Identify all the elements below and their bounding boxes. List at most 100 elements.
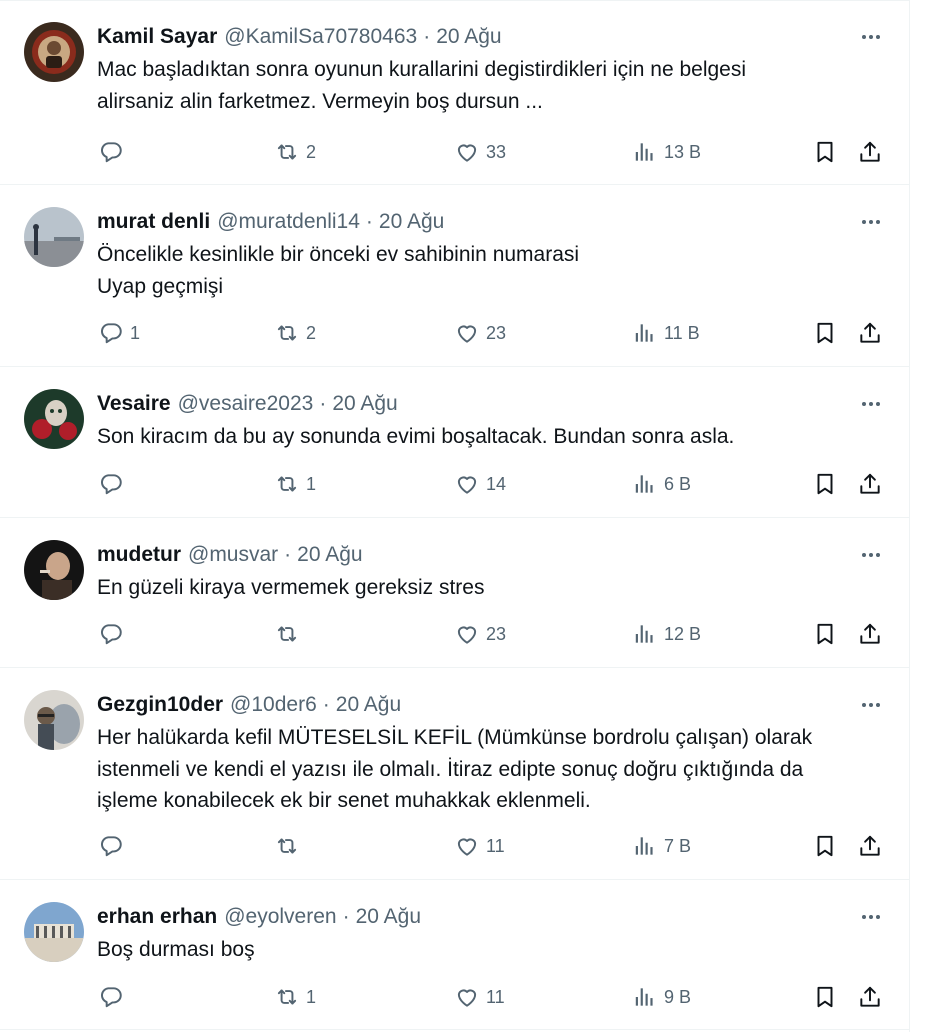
tweet-actions: 2 33 13 B <box>0 137 910 167</box>
share-icon <box>857 833 883 859</box>
like-button[interactable]: 14 <box>454 469 506 499</box>
tweet-text-line: Her halükarda kefil MÜTESELSİL KEFİL (Mü… <box>97 726 813 749</box>
views-button[interactable]: 11 B <box>632 318 700 348</box>
share-icon <box>857 139 883 165</box>
views-icon <box>632 833 658 859</box>
like-button[interactable]: 23 <box>454 619 506 649</box>
bookmark-button[interactable] <box>812 318 838 348</box>
like-button[interactable]: 11 <box>454 831 505 861</box>
share-button[interactable] <box>857 137 883 167</box>
tweet-text: Son kiracım da bu ay sonunda evimi boşal… <box>97 421 887 453</box>
tweet-date[interactable]: 20 Ağu <box>436 25 501 49</box>
author-handle[interactable]: @10der6 <box>230 693 317 717</box>
author-handle[interactable]: @musvar <box>188 543 278 567</box>
bookmark-button[interactable] <box>812 619 838 649</box>
tweet-text: Mac başladıktan sonra oyunun kurallarini… <box>97 54 887 117</box>
author-name[interactable]: Gezgin10der <box>97 693 223 717</box>
like-button[interactable]: 33 <box>454 137 506 167</box>
tweet-date[interactable]: 20 Ağu <box>297 543 362 567</box>
avatar[interactable] <box>24 902 84 962</box>
retweet-button[interactable]: 2 <box>274 318 316 348</box>
more-icon[interactable] <box>856 26 886 48</box>
like-icon <box>454 320 480 346</box>
views-icon <box>632 621 658 647</box>
avatar[interactable] <box>24 389 84 449</box>
avatar[interactable] <box>24 540 84 600</box>
tweet-actions: 1 14 6 B <box>0 469 910 499</box>
reply-icon <box>98 471 124 497</box>
tweet[interactable]: erhan erhan @eyolveren · 20 Ağu Boş durm… <box>0 880 910 1030</box>
author-name[interactable]: Kamil Sayar <box>97 25 217 49</box>
more-icon[interactable] <box>856 544 886 566</box>
author-name[interactable]: mudetur <box>97 543 181 567</box>
tweet-header: Vesaire @vesaire2023 · 20 Ağu <box>97 389 398 419</box>
author-name[interactable]: murat denli <box>97 210 210 234</box>
like-button[interactable]: 23 <box>454 318 506 348</box>
tweet-actions: 1 11 9 B <box>0 982 910 1012</box>
author-name[interactable]: erhan erhan <box>97 905 217 929</box>
author-handle[interactable]: @eyolveren <box>224 905 336 929</box>
tweet[interactable]: Kamil Sayar @KamilSa70780463 · 20 Ağu Ma… <box>0 0 910 185</box>
avatar[interactable] <box>24 690 84 750</box>
tweet[interactable]: Gezgin10der @10der6 · 20 Ağu Her halükar… <box>0 668 910 880</box>
views-count: 13 B <box>664 141 702 162</box>
retweet-button[interactable]: 1 <box>274 982 316 1012</box>
separator: · <box>284 543 292 566</box>
retweet-button[interactable]: 1 <box>274 469 316 499</box>
avatar[interactable] <box>24 22 84 82</box>
reply-button[interactable]: 1 <box>98 318 140 348</box>
retweet-button[interactable] <box>274 619 306 649</box>
likes-count: 23 <box>486 322 507 343</box>
reply-button[interactable] <box>98 469 130 499</box>
bookmark-button[interactable] <box>812 831 838 861</box>
avatar[interactable] <box>24 207 84 267</box>
reply-button[interactable] <box>98 982 130 1012</box>
bookmark-button[interactable] <box>812 469 838 499</box>
author-handle[interactable]: @vesaire2023 <box>178 392 314 416</box>
separator: · <box>319 392 327 415</box>
views-button[interactable]: 7 B <box>632 831 691 861</box>
tweet-text-line: Boş durması boş <box>97 938 255 961</box>
more-icon[interactable] <box>856 694 886 716</box>
retweet-button[interactable] <box>274 831 306 861</box>
tweet-date[interactable]: 20 Ağu <box>356 905 421 929</box>
reply-button[interactable] <box>98 619 130 649</box>
more-icon[interactable] <box>856 393 886 415</box>
tweet-actions: 11 7 B <box>0 831 910 861</box>
share-icon <box>857 984 883 1010</box>
bookmark-icon <box>812 320 838 346</box>
like-button[interactable]: 11 <box>454 982 505 1012</box>
tweet-date[interactable]: 20 Ağu <box>336 693 401 717</box>
share-button[interactable] <box>857 469 883 499</box>
reply-button[interactable] <box>98 831 130 861</box>
more-icon[interactable] <box>856 906 886 928</box>
retweet-icon <box>274 984 300 1010</box>
share-button[interactable] <box>857 318 883 348</box>
tweet[interactable]: mudetur @musvar · 20 Ağu En güzeli kiray… <box>0 518 910 668</box>
author-handle[interactable]: @KamilSa70780463 <box>224 25 417 49</box>
retweets-count: 2 <box>306 141 317 162</box>
views-count: 11 B <box>664 322 700 343</box>
tweet-text: Öncelikle kesinlikle bir önceki ev sahib… <box>97 239 887 302</box>
tweet[interactable]: Vesaire @vesaire2023 · 20 Ağu Son kiracı… <box>0 367 910 518</box>
more-icon[interactable] <box>856 211 886 233</box>
views-button[interactable]: 12 B <box>632 619 701 649</box>
tweet-date[interactable]: 20 Ağu <box>379 210 444 234</box>
retweet-button[interactable]: 2 <box>274 137 316 167</box>
tweet-header: Kamil Sayar @KamilSa70780463 · 20 Ağu <box>97 22 502 52</box>
reply-button[interactable] <box>98 137 130 167</box>
views-count: 6 B <box>664 473 692 494</box>
views-button[interactable]: 13 B <box>632 137 701 167</box>
views-button[interactable]: 6 B <box>632 469 691 499</box>
author-name[interactable]: Vesaire <box>97 392 171 416</box>
bookmark-button[interactable] <box>812 137 838 167</box>
author-handle[interactable]: @muratdenli14 <box>217 210 360 234</box>
tweet[interactable]: murat denli @muratdenli14 · 20 Ağu Öncel… <box>0 185 910 367</box>
share-button[interactable] <box>857 831 883 861</box>
share-button[interactable] <box>857 619 883 649</box>
views-button[interactable]: 9 B <box>632 982 691 1012</box>
bookmark-button[interactable] <box>812 982 838 1012</box>
separator: · <box>423 25 431 48</box>
tweet-date[interactable]: 20 Ağu <box>332 392 397 416</box>
share-button[interactable] <box>857 982 883 1012</box>
